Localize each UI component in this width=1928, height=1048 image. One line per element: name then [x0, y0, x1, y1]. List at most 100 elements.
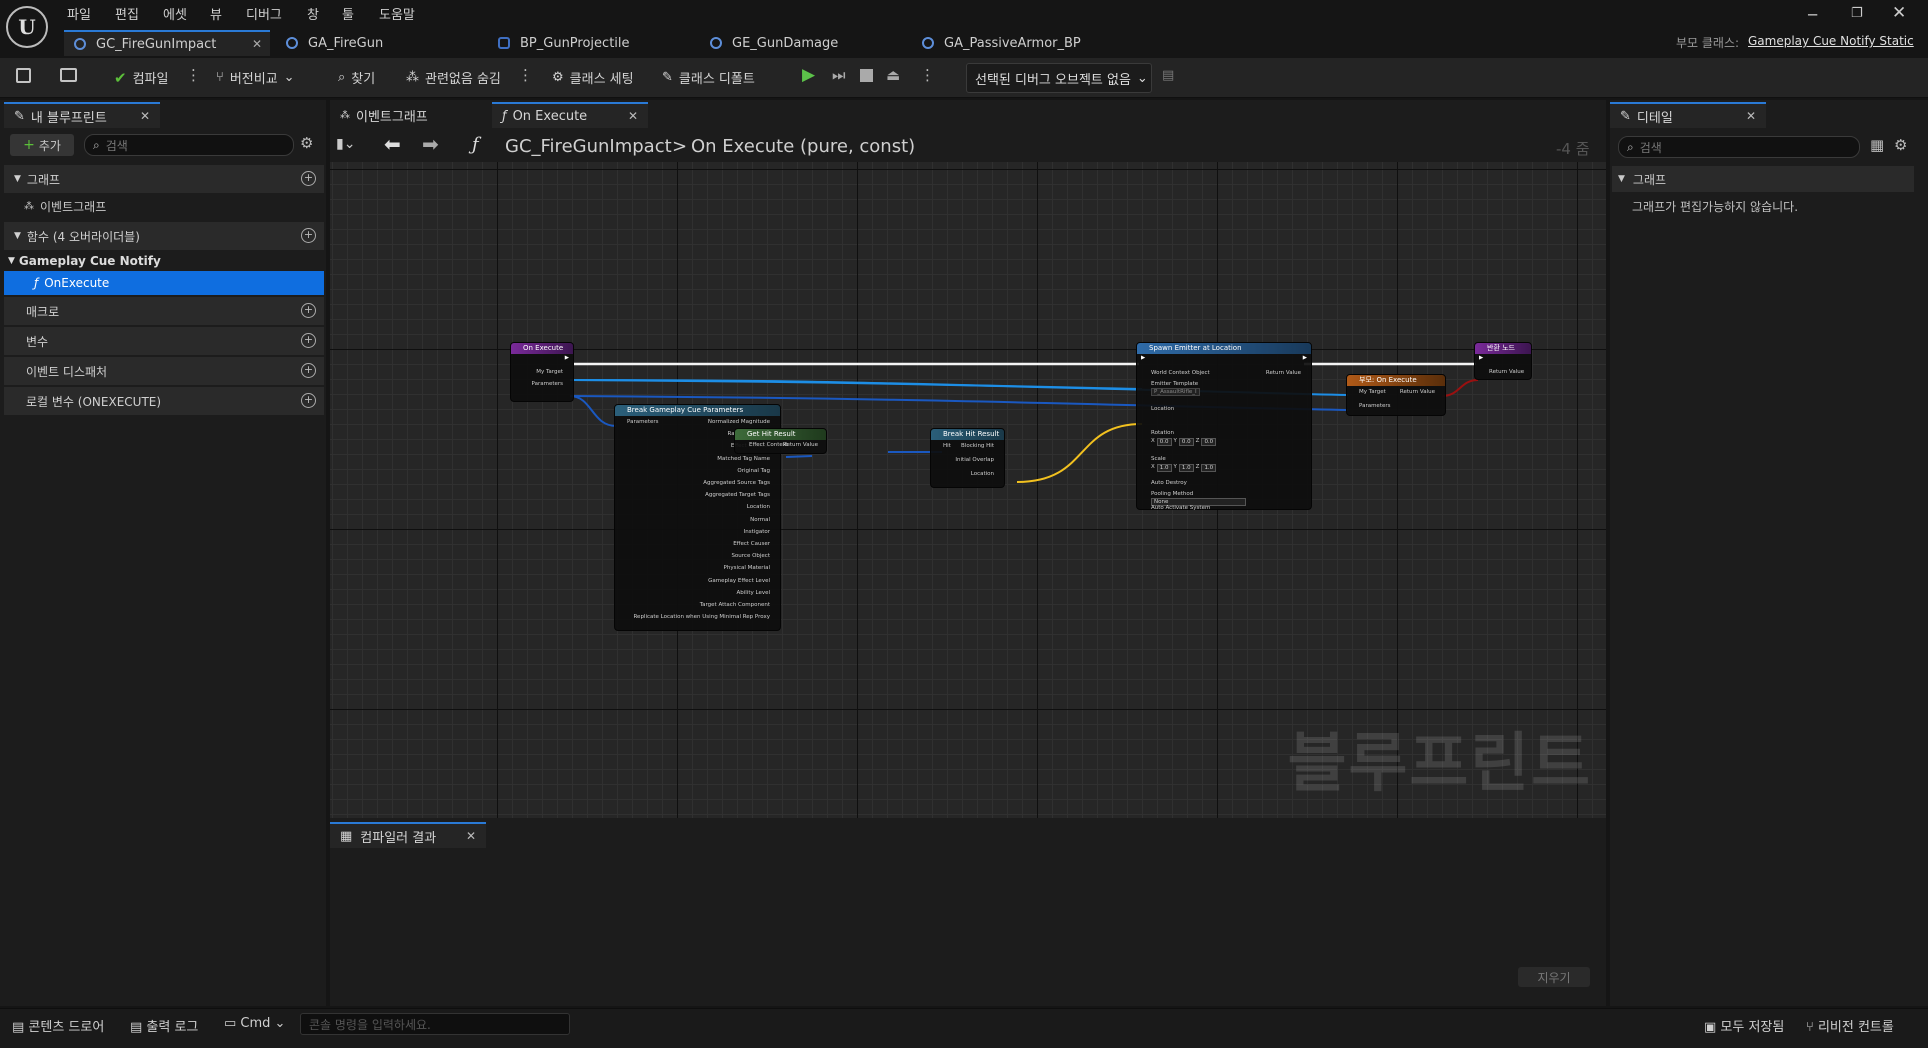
- menu-file[interactable]: 파일: [67, 4, 91, 23]
- rotation-x[interactable]: 0.0: [1156, 438, 1172, 446]
- section-variables[interactable]: 변수 +: [4, 327, 324, 355]
- details-section-graph[interactable]: ▼ 그래프: [1612, 166, 1914, 192]
- my-blueprint-tab[interactable]: ✎ 내 블루프린트 ✕: [4, 102, 160, 128]
- rotation-fields[interactable]: X 0.0 Y 0.0 Z 0.0: [1151, 438, 1217, 446]
- menu-window[interactable]: 창: [307, 4, 319, 23]
- menu-view[interactable]: 뷰: [210, 4, 222, 23]
- menu-help[interactable]: 도움말: [379, 4, 415, 23]
- event-graph-item[interactable]: ⁂ 이벤트그래프: [24, 198, 106, 215]
- browse-button[interactable]: [60, 68, 77, 82]
- class-settings-button[interactable]: ⚙ 클래스 세팅: [552, 68, 634, 87]
- tab-gc-firegunimpact[interactable]: GC_FireGunImpact ✕: [64, 30, 270, 56]
- parent-class-link[interactable]: Gameplay Cue Notify Static: [1748, 34, 1914, 48]
- add-local-variable-icon[interactable]: +: [301, 393, 316, 408]
- menu-debug[interactable]: 디버그: [246, 4, 282, 23]
- close-icon[interactable]: ✕: [1746, 109, 1756, 123]
- save-all-button[interactable]: ▣ 모두 저장됨: [1704, 1016, 1784, 1035]
- breadcrumb-blueprint[interactable]: GC_FireGunImpact: [505, 136, 672, 157]
- eject-icon[interactable]: ⏏: [886, 66, 900, 84]
- forward-arrow-icon[interactable]: ➡: [422, 132, 439, 156]
- exec-pin[interactable]: ▶: [565, 355, 569, 361]
- rotation-z[interactable]: 0.0: [1201, 438, 1217, 446]
- bookmark-icon[interactable]: ▮⌄: [336, 136, 355, 152]
- tab-ge-gundamage[interactable]: GE_GunDamage: [700, 30, 900, 56]
- add-graph-icon[interactable]: +: [301, 171, 316, 186]
- function-item-onexecute[interactable]: ƒ OnExecute: [4, 271, 324, 295]
- node-break-hit-result[interactable]: Break Hit Result Hit Blocking Hit Initia…: [930, 428, 1005, 488]
- step-icon[interactable]: ⏭: [832, 66, 846, 84]
- tab-ga-firegun[interactable]: GA_FireGun: [276, 30, 476, 56]
- plus-icon: +: [23, 137, 35, 153]
- clear-button[interactable]: 지우기: [1518, 967, 1590, 987]
- compiler-results-tab[interactable]: ▦ 컴파일러 결과 ✕: [330, 822, 486, 848]
- blueprint-search-input[interactable]: ⌕ 검색: [84, 134, 294, 156]
- content-drawer-button[interactable]: ▤ 콘텐츠 드로어: [12, 1016, 104, 1035]
- hide-options-icon[interactable]: ⋮: [518, 66, 533, 84]
- section-macros[interactable]: 매크로 +: [4, 297, 324, 325]
- emitter-template-field[interactable]: P_AssaultRifle_I: [1151, 388, 1200, 396]
- menu-asset[interactable]: 에셋: [163, 4, 187, 23]
- section-graphs[interactable]: ▼ 그래프 +: [4, 165, 324, 193]
- add-macro-icon[interactable]: +: [301, 303, 316, 318]
- breadcrumb-function[interactable]: On Execute (pure, const): [691, 136, 915, 157]
- node-get-hit-result[interactable]: Get Hit Result Effect Context Return Val…: [734, 428, 827, 454]
- find-button[interactable]: ⌕ 찾기: [338, 68, 375, 87]
- tab-event-graph[interactable]: ⁂ 이벤트그래프: [330, 102, 488, 128]
- cmd-dropdown[interactable]: ▭ Cmd ⌄: [224, 1016, 285, 1031]
- gear-icon[interactable]: ⚙: [300, 134, 313, 152]
- scale-y[interactable]: 1.0: [1178, 464, 1194, 472]
- compile-button[interactable]: ✔ 컴파일: [114, 68, 168, 88]
- tab-bp-gunprojectile[interactable]: BP_GunProjectile: [488, 30, 688, 56]
- add-dispatcher-icon[interactable]: +: [301, 363, 316, 378]
- play-icon[interactable]: ▶: [802, 65, 815, 85]
- stop-icon[interactable]: [860, 69, 873, 82]
- close-window-icon[interactable]: ✕: [1892, 3, 1906, 23]
- scale-x[interactable]: 1.0: [1156, 464, 1172, 472]
- minimize-icon[interactable]: ─: [1808, 6, 1817, 24]
- section-local-variables[interactable]: 로컬 변수 (ONEXECUTE) +: [4, 387, 324, 415]
- diff-button[interactable]: ⑂ 버전비교 ⌄: [216, 68, 295, 87]
- console-input[interactable]: 콘솔 명령을 입력하세요.: [300, 1013, 570, 1035]
- tab-ga-passivearmor[interactable]: GA_PassiveArmor_BP: [912, 30, 1132, 56]
- section-functions[interactable]: ▼ 함수 (4 오버라이더블) +: [4, 222, 324, 250]
- add-function-icon[interactable]: +: [301, 228, 316, 243]
- node-return[interactable]: 반환 노드 ▶ Return Value: [1474, 342, 1532, 380]
- menu-tools[interactable]: 툴: [342, 4, 354, 23]
- menu-edit[interactable]: 편집: [115, 4, 139, 23]
- debug-filter-icon[interactable]: ▤: [1162, 68, 1174, 83]
- back-arrow-icon[interactable]: ⬅: [384, 132, 401, 156]
- exec-pin[interactable]: ▶: [1479, 355, 1483, 361]
- unreal-logo-icon[interactable]: U: [6, 6, 48, 48]
- section-dispatchers[interactable]: 이벤트 디스패처 +: [4, 357, 324, 385]
- node-parent-on-execute[interactable]: 부모: On Execute My Target Return Value Pa…: [1346, 374, 1446, 416]
- table-view-icon[interactable]: ▦: [1870, 136, 1884, 154]
- details-search-input[interactable]: ⌕ 검색: [1618, 136, 1860, 158]
- save-button[interactable]: [16, 68, 31, 83]
- close-icon[interactable]: ✕: [628, 109, 638, 123]
- class-defaults-button[interactable]: ✎ 클래스 디폴트: [662, 68, 755, 87]
- restore-icon[interactable]: ❐: [1851, 6, 1863, 21]
- gear-icon[interactable]: ⚙: [1894, 136, 1907, 154]
- close-icon[interactable]: ✕: [140, 109, 150, 123]
- tab-on-execute[interactable]: ƒ On Execute ✕: [492, 102, 648, 128]
- scale-fields[interactable]: X 1.0 Y 1.0 Z 1.0: [1151, 464, 1217, 472]
- rotation-y[interactable]: 0.0: [1178, 438, 1194, 446]
- play-options-icon[interactable]: ⋮: [920, 66, 935, 84]
- add-button[interactable]: + 추가: [10, 134, 74, 156]
- node-on-execute[interactable]: On Execute ▶ My Target Parameters: [510, 342, 574, 402]
- hide-unrelated-button[interactable]: ⁂ 관련없음 숨김: [406, 68, 501, 87]
- close-icon[interactable]: ✕: [466, 829, 476, 843]
- details-tab[interactable]: ✎ 디테일 ✕: [1610, 102, 1766, 128]
- node-spawn-emitter[interactable]: Spawn Emitter at Location ▶ ▶ World Cont…: [1136, 342, 1312, 511]
- revision-control-button[interactable]: ⑂ 리비전 컨트롤: [1806, 1016, 1894, 1035]
- cue-notify-category[interactable]: ▼ Gameplay Cue Notify: [8, 254, 161, 268]
- close-icon[interactable]: ✕: [252, 37, 262, 51]
- exec-pin[interactable]: ▶: [1141, 355, 1145, 361]
- compile-options-icon[interactable]: ⋮: [186, 66, 201, 84]
- exec-pin[interactable]: ▶: [1303, 355, 1307, 361]
- output-log-button[interactable]: ▤ 출력 로그: [130, 1016, 198, 1035]
- add-variable-icon[interactable]: +: [301, 333, 316, 348]
- scale-z[interactable]: 1.0: [1201, 464, 1217, 472]
- graph-canvas[interactable]: On Execute ▶ My Target Parameters Break …: [330, 162, 1606, 818]
- debug-object-dropdown[interactable]: 선택된 디버그 오브젝트 없음 ⌄: [966, 63, 1152, 93]
